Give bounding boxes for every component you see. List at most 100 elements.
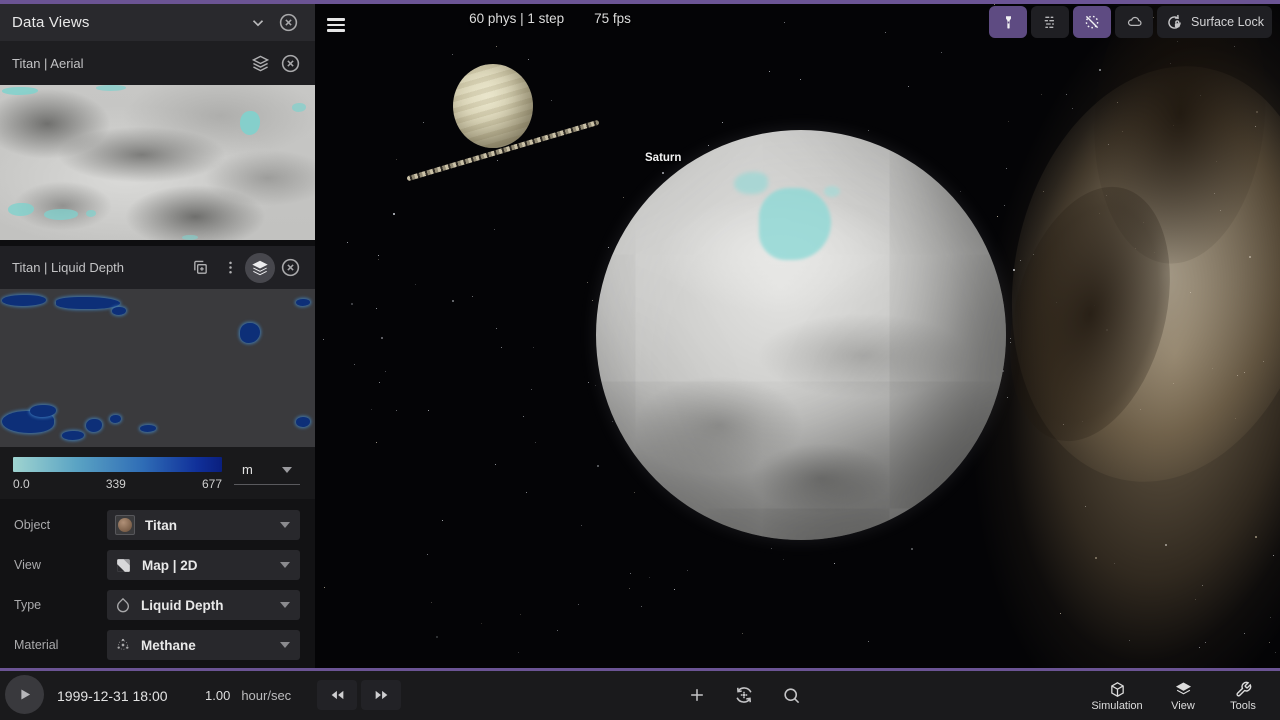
data-overlay-button[interactable] — [1031, 6, 1069, 38]
lake-patch — [240, 111, 260, 135]
view-menu-button[interactable] — [215, 253, 245, 283]
close-icon — [278, 12, 299, 33]
lake-patch — [182, 235, 198, 240]
speed-value: 1.00 — [205, 688, 230, 703]
fast-forward-icon — [373, 688, 390, 702]
depth-patch — [240, 323, 260, 343]
methane-lake-patch — [759, 188, 831, 260]
depth-patch — [62, 431, 84, 440]
accent-bottom-strip — [0, 668, 1280, 671]
simulation-speed[interactable]: 1.00 hour/sec — [205, 671, 291, 720]
menu-label: View — [1171, 700, 1195, 712]
depth-patch — [86, 419, 102, 432]
duplicate-icon — [192, 259, 209, 276]
close-panel-button[interactable] — [273, 8, 303, 38]
search-button[interactable] — [776, 681, 806, 709]
map-2d-icon — [115, 557, 132, 574]
data-type-dropdown[interactable]: Liquid Depth — [107, 590, 300, 620]
saturn-planet[interactable]: Saturn — [415, 52, 625, 167]
wrench-icon — [1235, 681, 1252, 698]
layers-button[interactable] — [245, 48, 275, 78]
view-header-titan-liquid-depth[interactable]: Titan | Liquid Depth — [0, 246, 315, 289]
droplet-icon — [115, 597, 131, 613]
timeline-bar: 1999-12-31 18:00 1.00 hour/sec Simulatio… — [0, 671, 1280, 720]
depth-patch — [296, 299, 310, 306]
colorbar-labels: 0.0 339 677 — [13, 477, 222, 491]
tools-menu-button[interactable]: Tools — [1207, 676, 1279, 716]
close-view-button[interactable] — [275, 253, 305, 283]
caret-down-icon — [280, 602, 290, 608]
menu-label: Simulation — [1091, 700, 1142, 712]
property-row-view: View Map | 2D — [0, 545, 315, 585]
plus-icon — [687, 685, 707, 705]
layers-icon — [252, 55, 269, 72]
depth-patch — [140, 425, 156, 432]
depth-patch — [2, 295, 46, 306]
property-label: Object — [14, 518, 50, 532]
play-button[interactable] — [5, 675, 44, 714]
view-title: Titan | Liquid Depth — [12, 260, 124, 275]
liquid-depth-map-thumbnail[interactable] — [0, 289, 315, 447]
close-view-button[interactable] — [275, 48, 305, 78]
view-header-titan-aerial[interactable]: Titan | Aerial — [0, 41, 315, 85]
surface-lock-button[interactable]: Surface Lock — [1157, 6, 1272, 38]
lake-patch — [292, 103, 306, 112]
duplicate-view-button[interactable] — [185, 253, 215, 283]
clouds-button[interactable] — [1115, 6, 1153, 38]
view-mode-dropdown[interactable]: Map | 2D — [107, 550, 300, 580]
unit-select[interactable]: m — [234, 455, 300, 485]
depth-patch — [56, 297, 120, 309]
chevron-down-icon — [249, 14, 267, 32]
colorbar-mid: 339 — [106, 477, 126, 491]
caret-down-icon — [282, 467, 292, 473]
simulation-datetime[interactable]: 1999-12-31 18:00 — [57, 671, 168, 720]
property-row-object: Object Titan — [0, 505, 315, 545]
view-title: Titan | Aerial — [12, 56, 84, 71]
lake-patch — [44, 209, 78, 220]
add-object-button[interactable] — [682, 681, 712, 709]
dropdown-value: Titan — [145, 518, 177, 533]
effects-disabled-button[interactable] — [1073, 6, 1111, 38]
search-icon — [782, 686, 801, 705]
viewport-toolbar: Surface Lock — [989, 6, 1272, 38]
dropdown-value: Methane — [141, 638, 196, 653]
layers-button-active[interactable] — [245, 253, 275, 283]
colorbar-gradient — [13, 457, 222, 472]
layers-icon — [252, 260, 268, 276]
cube-icon — [1109, 681, 1126, 698]
molecule-icon — [115, 637, 131, 653]
menu-label: Tools — [1230, 700, 1256, 712]
physics-rate: 60 phys | 1 step — [469, 11, 564, 26]
colorbar-min: 0.0 — [13, 477, 30, 491]
material-dropdown[interactable]: Methane — [107, 630, 300, 660]
titan-planet[interactable] — [596, 130, 1006, 540]
collapse-panel-button[interactable] — [243, 8, 273, 38]
flashlight-button[interactable] — [989, 6, 1027, 38]
slow-down-button[interactable] — [317, 680, 357, 710]
performance-stats: 60 phys | 1 step 75 fps — [315, 11, 785, 26]
object-dropdown[interactable]: Titan — [107, 510, 300, 540]
property-row-material: Material Methane — [0, 625, 315, 665]
flashlight-icon — [1001, 14, 1016, 31]
play-icon — [17, 687, 32, 702]
saturn-label: Saturn — [645, 152, 681, 164]
caret-down-icon — [280, 642, 290, 648]
speed-up-button[interactable] — [361, 680, 401, 710]
methane-lake-patch — [824, 186, 840, 197]
reset-view-button[interactable] — [729, 681, 759, 709]
rewind-icon — [329, 688, 346, 702]
aerial-map-thumbnail[interactable] — [0, 85, 315, 240]
saturn-sphere — [453, 64, 533, 148]
data-readout-icon — [1041, 14, 1059, 30]
space-viewport[interactable]: Saturn 60 phys | 1 step 75 fps Surface L… — [315, 4, 1280, 668]
caret-down-icon — [280, 522, 290, 528]
colorbar-legend: 0.0 339 677 m — [0, 447, 315, 499]
panel-title: Data Views — [12, 14, 90, 31]
simulation-menu-button[interactable]: Simulation — [1081, 676, 1153, 716]
property-label: Material — [14, 638, 58, 652]
property-label: Type — [14, 598, 41, 612]
colorbar-max: 677 — [202, 477, 222, 491]
kebab-menu-icon — [223, 260, 238, 275]
accent-top-strip — [0, 0, 1280, 4]
property-label: View — [14, 558, 41, 572]
